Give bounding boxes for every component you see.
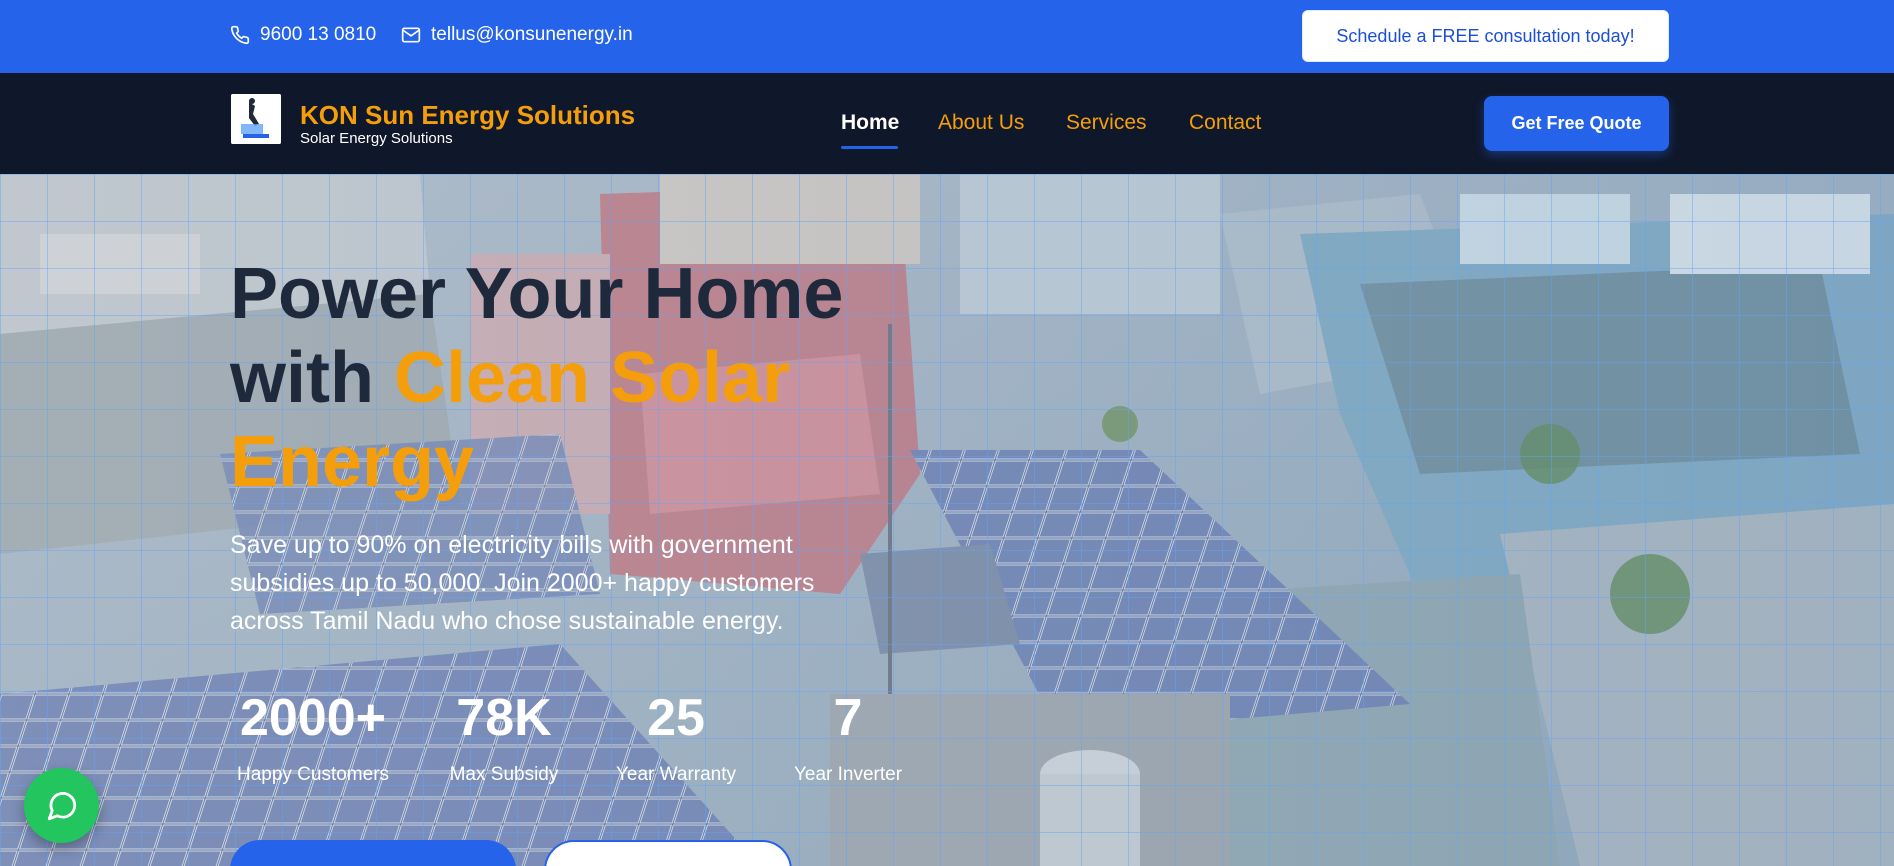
stat-inverter-label: Year Inverter (793, 764, 903, 785)
phone-number: 9600 13 0810 (260, 24, 377, 45)
schedule-consultation-button[interactable]: Schedule a FREE consultation today! (1302, 10, 1669, 62)
stat-subsidy-value: 78K (456, 689, 552, 747)
stat-inverter-value: 7 (833, 689, 863, 747)
phone-contact[interactable]: 9600 13 0810 (230, 24, 376, 46)
main-navbar: KON Sun Energy Solutions Solar Energy So… (0, 73, 1894, 174)
phone-icon (230, 25, 250, 45)
nav-about-us[interactable]: About Us (938, 111, 1024, 135)
stat-customers-value: 2000+ (239, 689, 387, 747)
headline-highlight-1: Clean Solar (393, 338, 791, 418)
hero-secondary-cta-button[interactable] (544, 840, 792, 866)
hero-section: Power Your Home with Clean Solar Energy … (0, 174, 1894, 866)
stat-warranty-value: 25 (647, 689, 705, 747)
company-logo[interactable] (231, 94, 281, 144)
brand-tagline: Solar Energy Solutions (300, 130, 453, 147)
nav-active-indicator (841, 146, 898, 149)
mail-icon (401, 27, 421, 43)
email-contact[interactable]: tellus@konsunenergy.in (401, 24, 633, 46)
get-free-quote-button[interactable]: Get Free Quote (1484, 96, 1669, 151)
headline-highlight-2: Energy (230, 422, 475, 502)
headline-line-1: Power Your Home (230, 254, 844, 334)
hero-subtext: Save up to 90% on electricity bills with… (230, 531, 815, 635)
hero-primary-cta-button[interactable] (230, 840, 516, 866)
email-address: tellus@konsunenergy.in (431, 24, 633, 45)
nav-home[interactable]: Home (841, 111, 899, 135)
headline-with: with (230, 338, 394, 418)
top-contact-bar: 9600 13 0810 tellus@konsunenergy.in Sche… (0, 0, 1894, 73)
stat-warranty-label: Year Warranty (615, 764, 737, 785)
stat-customers-label: Happy Customers (236, 764, 390, 785)
headline-line-2: with Clean Solar (230, 336, 843, 420)
chat-bubble-icon (47, 791, 76, 820)
nav-contact[interactable]: Contact (1189, 111, 1261, 135)
hero-headline: Power Your Home with Clean Solar Energy (230, 252, 843, 504)
chat-button[interactable] (24, 768, 99, 843)
stat-subsidy-label: Max Subsidy (449, 764, 559, 785)
nav-services[interactable]: Services (1066, 111, 1147, 135)
brand-name[interactable]: KON Sun Energy Solutions (300, 100, 635, 131)
